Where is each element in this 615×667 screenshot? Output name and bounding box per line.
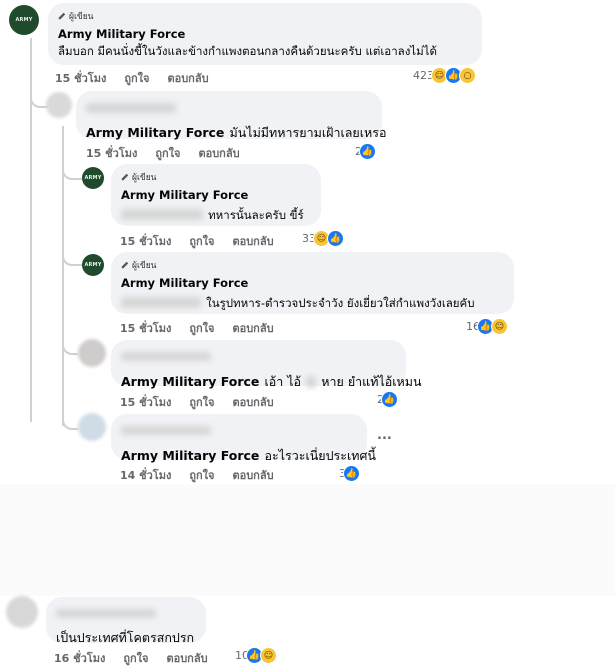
redacted-name [121,426,211,435]
like-button[interactable]: ถูกใจ [123,649,148,667]
redacted-word [306,375,317,388]
author-badge: ผู้เขียน [121,258,504,272]
thread-connector [62,410,78,430]
comment-time[interactable]: 15 ชั่วโมง [120,393,171,411]
like-icon: 👍 [327,230,344,247]
army-logo-text: ARMY [84,175,102,181]
comment-bubble: เป็นประเทศที่โคตรสกปรก [46,597,206,645]
avatar[interactable] [78,339,106,367]
comment-text: ในรูปทหาร-ตำรวจประจำวัง ยังเยี่ยวใส่กำแพ… [206,296,475,310]
wow-icon: ○ [459,67,476,84]
reactions[interactable]: 423 ☺ 👍 ○ [413,67,476,84]
comment-bubble: ผู้เขียน Army Military Force ในรูปทหาร-ต… [111,252,514,314]
comment-time[interactable]: 15 ชั่วโมง [120,319,171,337]
avatar[interactable]: ARMY [9,5,39,35]
pencil-icon [58,12,66,20]
comment-text: เป็นประเทศที่โคตรสกปรก [56,630,195,645]
reactions[interactable]: 2 👍 [355,143,376,160]
like-button[interactable]: ถูกใจ [189,319,214,337]
author-badge-label: ผู้เขียน [132,173,157,183]
reply-button[interactable]: ตอบกลับ [232,393,273,411]
comment-author[interactable]: Army Military Force [86,125,224,140]
comment-actions: 15 ชั่วโมง ถูกใจ ตอบกลับ [120,319,274,337]
like-icon: 👍 [343,465,360,482]
reactions[interactable]: 10 👍 ☺ [235,647,277,664]
reactions[interactable]: 16 👍 ☺ [466,318,508,335]
comment-text: อะไรวะเนี่ยประเทศนี้ [264,448,376,463]
redacted-name [121,352,211,361]
thread-connector [62,333,78,355]
pencil-icon [121,173,129,181]
army-logo-text: ARMY [15,17,33,23]
haha-icon: ☺ [491,318,508,335]
reply-button[interactable]: ตอบกลับ [166,649,207,667]
comment-author[interactable]: Army Military Force [121,374,259,389]
comment-actions: 14 ชั่วโมง ถูกใจ ตอบกลับ [120,466,274,484]
comment-time[interactable]: 15 ชั่วโมง [55,69,106,87]
comment-time[interactable]: 14 ชั่วโมง [120,466,171,484]
author-badge: ผู้เขียน [121,170,311,184]
reply-button[interactable]: ตอบกลับ [232,466,273,484]
comment-bubble: Army Military Force เอ้า ไอ้ หาย ยำแท้ไอ… [111,340,422,389]
comment-actions: 16 ชั่วโมง ถูกใจ ตอบกลับ [54,649,208,667]
comment-text: หาย ยำแท้ไอ้เหมน [321,374,422,389]
reactions[interactable]: 33 ☺ 👍 [302,230,344,247]
comment-actions: 15 ชั่วโมง ถูกใจ ตอบกลับ [55,69,209,87]
comment-time[interactable]: 15 ชั่วโมง [86,144,137,162]
comment-text: ลืมบอก มีคนนั่งขี้ในวังและข้างกำแพงตอนกล… [58,44,437,58]
comment-author[interactable]: Army Military Force [121,448,259,463]
blank-gap [0,484,615,596]
author-badge-label: ผู้เขียน [132,261,157,271]
avatar[interactable] [46,92,72,118]
thread-connector [62,160,82,180]
author-badge: ผู้เขียน [58,9,472,23]
comment-bubble: ผู้เขียน Army Military Force ลืมบอก มีคน… [48,3,482,65]
avatar[interactable]: ARMY [82,167,104,189]
comment-text: มันไม่มีทหารยามเฝ้าเลยเหรอ [229,125,387,140]
reactions[interactable]: 3 👍 [339,465,360,482]
comment-author[interactable]: Army Military Force [58,27,472,41]
redacted-mention [121,209,203,220]
comment-actions: 15 ชั่วโมง ถูกใจ ตอบกลับ [120,232,274,250]
reply-button[interactable]: ตอบกลับ [232,319,273,337]
comment-bubble: ผู้เขียน Army Military Force ทหารนั้นละค… [111,164,321,226]
more-options-button[interactable]: ... [377,428,392,443]
comment-time[interactable]: 15 ชั่วโมง [120,232,171,250]
like-button[interactable]: ถูกใจ [155,144,180,162]
avatar[interactable] [6,596,38,628]
avatar[interactable] [78,413,106,441]
comment-bubble: Army Military Force มันไม่มีทหารยามเฝ้าเ… [76,91,386,140]
author-badge-label: ผู้เขียน [69,12,94,22]
reactions[interactable]: 2 👍 [377,391,398,408]
comment-time[interactable]: 16 ชั่วโมง [54,649,105,667]
like-button[interactable]: ถูกใจ [189,393,214,411]
reply-button[interactable]: ตอบกลับ [198,144,239,162]
like-icon: 👍 [381,391,398,408]
avatar[interactable]: ARMY [82,254,104,276]
reply-button[interactable]: ตอบกลับ [167,69,208,87]
redacted-name [86,102,176,113]
thread-connector [62,246,82,266]
comment-author[interactable]: Army Military Force [121,276,504,290]
pencil-icon [121,261,129,269]
reply-button[interactable]: ตอบกลับ [232,232,273,250]
like-button[interactable]: ถูกใจ [124,69,149,87]
comment-actions: 15 ชั่วโมง ถูกใจ ตอบกลับ [86,144,240,162]
army-logo-text: ARMY [84,262,102,268]
comment-text: เอ้า ไอ้ [264,374,302,389]
like-button[interactable]: ถูกใจ [189,232,214,250]
comment-actions: 15 ชั่วโมง ถูกใจ ตอบกลับ [120,393,274,411]
haha-icon: ☺ [260,647,277,664]
redacted-name [56,609,156,618]
like-icon: 👍 [359,143,376,160]
redacted-mention [121,297,201,308]
like-button[interactable]: ถูกใจ [189,466,214,484]
comment-author[interactable]: Army Military Force [121,188,311,202]
comment-bubble: Army Military Force อะไรวะเนี่ยประเทศนี้ [111,414,376,463]
comment-text: ทหารนั้นละครับ ขี้ร์ [208,208,304,222]
